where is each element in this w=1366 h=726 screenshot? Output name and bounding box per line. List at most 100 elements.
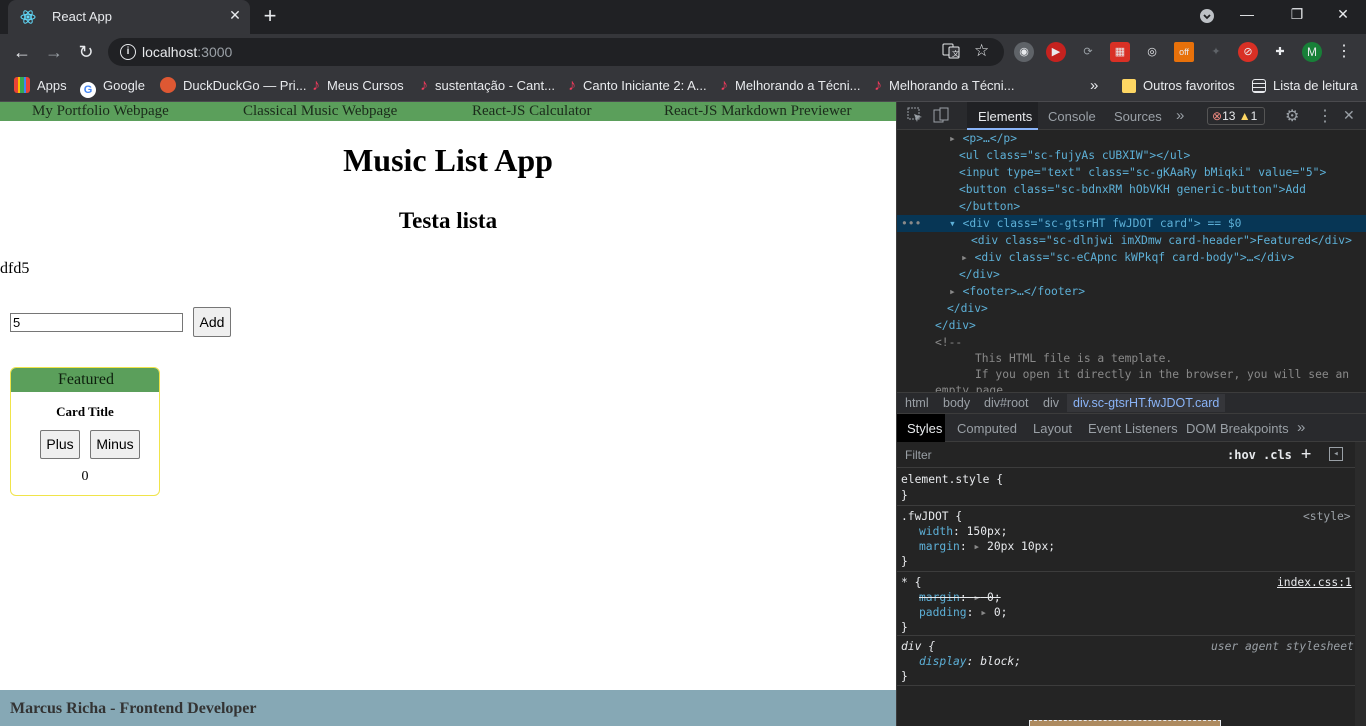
- forward-icon[interactable]: →: [42, 40, 66, 64]
- tab-dom-breakpoints[interactable]: DOM Breakpoints: [1186, 421, 1289, 436]
- dom-line[interactable]: <ul class="sc-fujyAs cUBXIW"></ul>: [959, 147, 1190, 164]
- bookmarks-more-icon[interactable]: »: [1090, 76, 1098, 96]
- close-window-icon[interactable]: ✕: [1328, 6, 1358, 23]
- more-tabs-icon[interactable]: »: [1176, 107, 1184, 124]
- tab-elements[interactable]: Elements: [978, 109, 1032, 124]
- bookmark-meus-cursos[interactable]: ♪ Meus Cursos: [312, 76, 404, 96]
- dom-tree[interactable]: ▸ <p>…</p> <ul class="sc-fujyAs cUBXIW">…: [897, 130, 1366, 392]
- inspect-element-icon[interactable]: [907, 107, 923, 126]
- minus-button[interactable]: Minus: [90, 430, 140, 459]
- dom-line[interactable]: </div>: [947, 300, 988, 317]
- rule-property-overridden[interactable]: margin: ▸ 0;: [919, 590, 1001, 605]
- rule-source-link[interactable]: index.css:1: [1277, 575, 1352, 590]
- dom-line[interactable]: <div class="sc-dlnjwi imXDmw card-header…: [971, 232, 1352, 249]
- extension-grid-icon[interactable]: ▦: [1110, 42, 1130, 62]
- dom-line[interactable]: ▸ <div class="sc-eCApnc kWPkqf card-body…: [961, 249, 1294, 266]
- dom-line-selected[interactable]: ••• ▾ <div class="sc-gtsrHT fwJDOT card">…: [897, 215, 1366, 232]
- reading-list[interactable]: Lista de leitura: [1252, 76, 1358, 96]
- plus-button[interactable]: Plus: [40, 430, 80, 459]
- rule-selector[interactable]: .fwJDOT {: [901, 509, 962, 524]
- nav-link-markdown[interactable]: React-JS Markdown Previewer: [664, 103, 851, 120]
- breadcrumb-root[interactable]: div#root: [984, 396, 1028, 410]
- dom-line[interactable]: This HTML file is a template.: [975, 350, 1172, 367]
- issues-badge[interactable]: ⊗13 ▲1: [1207, 107, 1265, 125]
- extension-block-icon[interactable]: ⊘: [1238, 42, 1258, 62]
- bookmark-google[interactable]: G Google: [80, 76, 145, 98]
- filter-input[interactable]: Filter: [905, 448, 932, 462]
- rule-property[interactable]: margin: ▸ 20px 10px;: [919, 539, 1055, 554]
- bookmark-star-icon[interactable]: ☆: [974, 41, 989, 61]
- tab-sources[interactable]: Sources: [1114, 109, 1162, 124]
- bookmark-other-favorites[interactable]: Outros favoritos: [1122, 76, 1235, 96]
- breadcrumb-div[interactable]: div: [1043, 396, 1059, 410]
- dom-line[interactable]: </div>: [959, 266, 1000, 283]
- bookmark-sustentacao[interactable]: ♪ sustentação - Cant...: [420, 76, 555, 96]
- extension-record-icon[interactable]: ▶: [1046, 42, 1066, 62]
- dom-line[interactable]: <button class="sc-bdnxRM hObVKH generic-…: [959, 181, 1306, 198]
- rule-property[interactable]: padding: ▸ 0;: [919, 605, 1007, 620]
- rule-selector[interactable]: element.style {: [901, 472, 1003, 487]
- url-text[interactable]: localhost:3000: [142, 44, 232, 60]
- dom-line[interactable]: ▸ <p>…</p>: [949, 130, 1017, 147]
- extension-off-icon[interactable]: off: [1174, 42, 1194, 62]
- rule-universal: * { index.css:1 margin: ▸ 0; padding: ▸ …: [897, 572, 1355, 636]
- back-icon[interactable]: ←: [10, 40, 34, 64]
- tab-layout[interactable]: Layout: [1033, 421, 1072, 436]
- extension-globe-icon[interactable]: ◉: [1014, 42, 1034, 62]
- devtools-menu-icon[interactable]: ⋮: [1317, 106, 1333, 126]
- rule-selector[interactable]: * {: [901, 575, 921, 590]
- dom-line[interactable]: </div>: [935, 317, 976, 334]
- tab-console[interactable]: Console: [1048, 109, 1096, 124]
- dom-line[interactable]: </button>: [959, 198, 1020, 215]
- extension-refresh-icon[interactable]: ⟳: [1078, 42, 1098, 62]
- toggle-sidebar-icon[interactable]: ◂: [1329, 447, 1343, 461]
- add-button[interactable]: Add: [193, 307, 231, 337]
- extension-mute-icon[interactable]: ✦: [1206, 42, 1226, 62]
- breadcrumb-card[interactable]: div.sc-gtsrHT.fwJDOT.card: [1067, 394, 1226, 412]
- rule-source[interactable]: <style>: [1303, 509, 1351, 524]
- menu-kebab-icon[interactable]: ⋮: [1334, 42, 1354, 62]
- reload-icon[interactable]: ↻: [74, 40, 98, 64]
- item-input[interactable]: [10, 313, 183, 332]
- dom-line[interactable]: empty page.: [935, 382, 1010, 392]
- maximize-icon[interactable]: ❐: [1282, 6, 1312, 23]
- dom-line[interactable]: <!--: [935, 334, 962, 351]
- styles-scrollbar[interactable]: [1355, 442, 1366, 726]
- new-rule-icon[interactable]: +: [1301, 444, 1311, 464]
- minimize-icon[interactable]: —: [1232, 6, 1262, 22]
- settings-gear-icon[interactable]: ⚙: [1285, 106, 1299, 126]
- tab-event-listeners[interactable]: Event Listeners: [1088, 421, 1178, 436]
- bookmark-duckduckgo[interactable]: DuckDuckGo — Pri...: [160, 76, 307, 96]
- tab-search-icon[interactable]: [1192, 8, 1222, 27]
- breadcrumb-html[interactable]: html: [905, 396, 929, 410]
- device-toolbar-icon[interactable]: [933, 107, 949, 126]
- bookmark-melhorando-1[interactable]: ♪ Melhorando a Técni...: [720, 76, 861, 96]
- extension-target-icon[interactable]: ◎: [1142, 42, 1162, 62]
- dom-line[interactable]: <input type="text" class="sc-gKAaRy bMiq…: [959, 164, 1326, 181]
- profile-avatar[interactable]: M: [1302, 42, 1322, 62]
- extensions-puzzle-icon[interactable]: ✚: [1270, 42, 1290, 62]
- cls-toggle[interactable]: .cls: [1263, 448, 1292, 462]
- dom-line[interactable]: ▸ <footer>…</footer>: [949, 283, 1085, 300]
- hov-toggle[interactable]: :hov: [1227, 448, 1256, 462]
- new-tab-icon[interactable]: +: [259, 4, 281, 28]
- google-icon: G: [80, 82, 96, 98]
- browser-tab[interactable]: React App ✕: [8, 0, 250, 34]
- more-style-tabs-icon[interactable]: »: [1297, 419, 1305, 436]
- nav-link-portfolio[interactable]: My Portfolio Webpage: [32, 103, 169, 120]
- nav-link-classical-music[interactable]: Classical Music Webpage: [243, 103, 397, 120]
- address-bar[interactable]: i localhost:3000 文 ☆: [108, 38, 1004, 66]
- bookmark-canto-iniciante[interactable]: ♪ Canto Iniciante 2: A...: [568, 76, 707, 96]
- tab-styles[interactable]: Styles: [907, 421, 942, 436]
- tab-close-icon[interactable]: ✕: [226, 7, 244, 24]
- translate-icon[interactable]: 文: [942, 43, 960, 61]
- dom-line[interactable]: If you open it directly in the browser, …: [975, 366, 1349, 383]
- bookmark-melhorando-2[interactable]: ♪ Melhorando a Técni...: [874, 76, 1015, 96]
- bookmark-apps[interactable]: Apps: [14, 76, 67, 96]
- breadcrumb-body[interactable]: body: [943, 396, 970, 410]
- tab-computed[interactable]: Computed: [957, 421, 1017, 436]
- close-devtools-icon[interactable]: ✕: [1343, 107, 1355, 124]
- rule-property[interactable]: width: 150px;: [919, 524, 1007, 539]
- site-info-icon[interactable]: i: [120, 44, 136, 60]
- nav-link-calculator[interactable]: React-JS Calculator: [472, 103, 592, 120]
